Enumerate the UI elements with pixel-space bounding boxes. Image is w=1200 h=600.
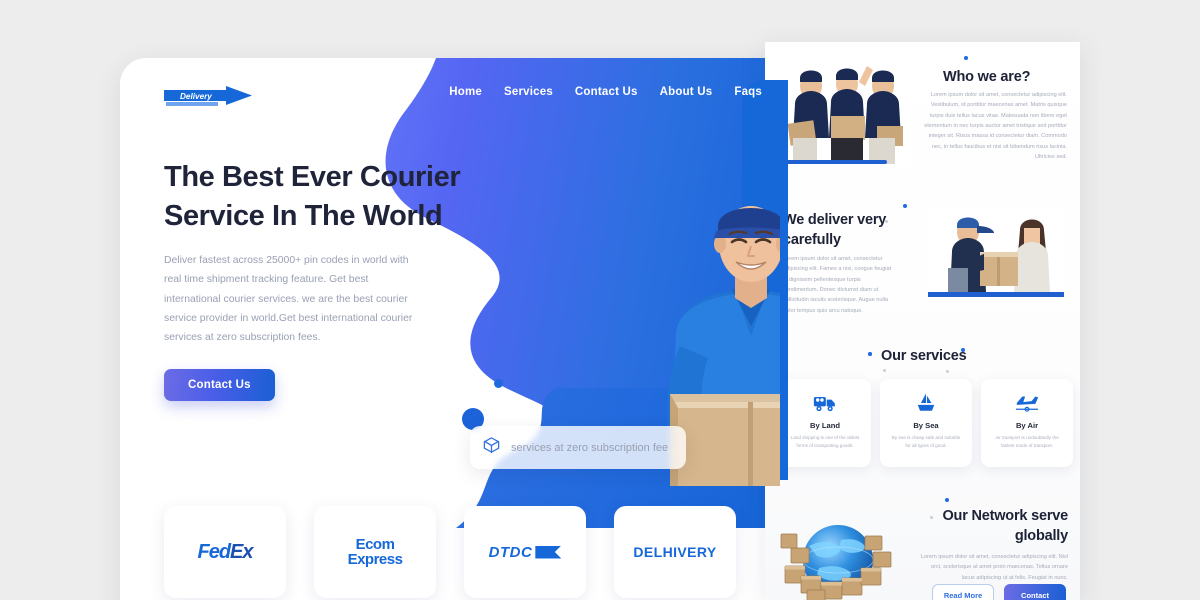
network-heading: Our Network serve globally bbox=[903, 506, 1068, 546]
service-title-by-sea: By Sea bbox=[913, 421, 939, 430]
partner-logo-delhivery[interactable]: DELHIVERY bbox=[614, 506, 736, 598]
fedex-part-1: Fed bbox=[197, 540, 231, 563]
decorative-dot-gray-3 bbox=[883, 369, 886, 372]
decorative-dot-blue-3 bbox=[868, 352, 872, 356]
who-we-are-photo bbox=[781, 60, 913, 166]
dtdc-flag-icon bbox=[535, 545, 562, 559]
deliver-carefully-photo bbox=[928, 208, 1064, 300]
brand-logo-text: Delivery bbox=[180, 92, 212, 101]
our-services-heading: Our services bbox=[881, 348, 967, 364]
airplane-icon bbox=[1014, 390, 1040, 416]
who-we-are-body: Lorem ipsum dolor sit amet, consectetur … bbox=[924, 92, 1067, 161]
page-root: Delivery /*logo text bound below*/ Home … bbox=[0, 0, 1200, 600]
service-desc-by-air: Air transport is undoubtedly the fastest… bbox=[995, 435, 1059, 448]
hero-title: The Best Ever Courier Service In The Wor… bbox=[164, 158, 464, 235]
partner-logos-row: FedEx Ecom Express DTDC DELHIVERY bbox=[164, 506, 736, 598]
section-who-we-are: Who we are? Lorem ipsum dolor sit amet, … bbox=[765, 42, 1080, 187]
nav-item-faqs[interactable]: Faqs bbox=[734, 86, 762, 98]
network-read-more-button[interactable]: Read More bbox=[932, 584, 994, 600]
service-cards: By Land Land shipping is one of the olde… bbox=[779, 379, 1073, 467]
main-navigation: Home Services Contact Us About Us Faqs bbox=[449, 86, 762, 98]
nav-item-home[interactable]: Home bbox=[449, 86, 482, 98]
network-contact-button[interactable]: Contact bbox=[1004, 584, 1066, 600]
ecom-line-1: Ecom bbox=[355, 536, 395, 553]
decorative-dot-blue-1 bbox=[964, 56, 968, 60]
decorative-dot-blue-2 bbox=[903, 204, 907, 208]
brand-logo[interactable]: Delivery bbox=[164, 86, 252, 112]
deliver-carefully-heading: We deliver very carefully bbox=[783, 210, 893, 250]
service-desc-by-land: Land shipping is one of the oldest forms… bbox=[790, 435, 860, 448]
deliver-carefully-body: Lorem ipsum dolor sit amet, consectetur … bbox=[783, 256, 892, 314]
hero-card: Delivery /*logo text bound below*/ Home … bbox=[120, 58, 780, 600]
cargo-ship-icon bbox=[915, 390, 937, 416]
network-globe-image bbox=[779, 514, 897, 600]
service-card-by-sea[interactable]: By Sea By sea is cheap safe and suitable… bbox=[880, 379, 972, 467]
section-our-services: Our services By Land Land shipping is on… bbox=[765, 334, 1080, 479]
section-network: Our Network serve globally Lorem ipsum d… bbox=[765, 484, 1080, 600]
who-we-are-photo-underline bbox=[779, 160, 887, 164]
who-we-are-heading: Who we are? bbox=[943, 69, 1031, 85]
nav-item-contact-us[interactable]: Contact Us bbox=[575, 86, 638, 98]
service-desc-by-sea: By sea is cheap safe and suitable for al… bbox=[891, 435, 961, 448]
hero-content: The Best Ever Courier Service In The Wor… bbox=[164, 158, 464, 402]
service-title-by-land: By Land bbox=[810, 421, 840, 430]
deliver-carefully-heading-line-1: We deliver very bbox=[783, 212, 887, 228]
network-heading-line-1: Our Network serve bbox=[942, 508, 1068, 524]
nav-item-about-us[interactable]: About Us bbox=[660, 86, 713, 98]
network-heading-line-2: globally bbox=[1014, 528, 1068, 544]
hero-title-line-2: Service In The World bbox=[164, 199, 443, 232]
partner-logo-fedex[interactable]: FedEx bbox=[164, 506, 286, 598]
fedex-part-2: Ex bbox=[230, 540, 253, 563]
delhivery-text: DELHIVERY bbox=[633, 544, 717, 560]
partner-logo-ecom-express[interactable]: Ecom Express bbox=[314, 506, 436, 598]
network-buttons: Read More Contact bbox=[932, 584, 1066, 600]
dtdc-text: DTDC bbox=[488, 543, 533, 561]
hero-title-line-1: The Best Ever Courier bbox=[164, 161, 461, 193]
right-preview-panel: Who we are? Lorem ipsum dolor sit amet, … bbox=[765, 42, 1080, 600]
service-card-by-air[interactable]: By Air Air transport is undoubtedly the … bbox=[981, 379, 1073, 467]
section-deliver-carefully: We deliver very carefully Lorem ipsum do… bbox=[765, 192, 1080, 322]
service-title-by-air: By Air bbox=[1015, 421, 1039, 430]
decorative-dot-blue-5 bbox=[945, 498, 949, 502]
deliver-carefully-heading-line-2: carefully bbox=[783, 232, 841, 248]
box-cube-icon bbox=[482, 435, 501, 460]
delivery-truck-icon bbox=[813, 390, 837, 416]
decorative-dot-small bbox=[494, 379, 503, 388]
zero-fee-badge-text: services at zero subscription fee bbox=[511, 441, 669, 454]
hero-subtitle: Deliver fastest across 25000+ pin codes … bbox=[164, 255, 413, 344]
nav-item-services[interactable]: Services bbox=[504, 86, 553, 98]
partner-logo-dtdc[interactable]: DTDC bbox=[464, 506, 586, 598]
contact-us-button[interactable]: Contact Us bbox=[164, 369, 275, 402]
service-card-by-land[interactable]: By Land Land shipping is one of the olde… bbox=[779, 379, 871, 467]
zero-fee-badge: services at zero subscription fee bbox=[470, 426, 687, 469]
network-body: Lorem ipsum dolor sit amet, consectetur … bbox=[920, 554, 1068, 581]
ecom-line-2: Express bbox=[347, 551, 403, 568]
decorative-dot-gray-4 bbox=[946, 370, 949, 373]
